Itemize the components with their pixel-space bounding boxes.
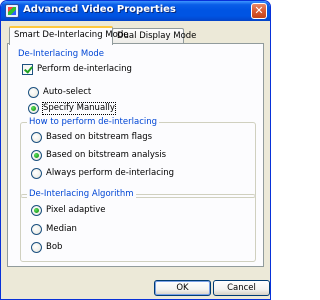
tab-smart-deinterlacing[interactable]: Smart De-Interlacing Mode — [9, 26, 128, 45]
group-title: How to perform de-interlacing — [27, 117, 160, 127]
checkbox-box[interactable] — [22, 64, 33, 75]
radio-label: Auto-select — [43, 87, 92, 97]
group-title: De-Interlacing Mode — [16, 49, 107, 59]
cancel-button[interactable]: Cancel — [213, 280, 270, 296]
tab-strip: Smart De-Interlacing Mode Dual Display M… — [7, 26, 265, 45]
radio-label: Median — [46, 224, 77, 234]
radio-button[interactable] — [28, 103, 39, 114]
deinterlacing-mode-group: De-Interlacing Mode Perform de-interlaci… — [13, 49, 258, 262]
radio-button[interactable] — [28, 87, 39, 98]
radio-button[interactable] — [31, 224, 42, 235]
radio-button[interactable] — [31, 205, 42, 216]
deinterlacing-algorithm-group: De-Interlacing Algorithm Pixel adaptive … — [20, 189, 256, 262]
group-title: De-Interlacing Algorithm — [27, 189, 136, 199]
radio-label: Always perform de-interlacing — [46, 168, 175, 178]
window-title: Advanced Video Properties — [23, 4, 176, 15]
radio-button[interactable] — [31, 150, 42, 161]
checkbox-label: Perform de-interlacing — [37, 64, 132, 74]
how-to-perform-group: How to perform de-interlacing Based on b… — [20, 117, 256, 198]
video-properties-icon — [5, 4, 19, 18]
tab-panel: De-Interlacing Mode Perform de-interlaci… — [7, 43, 264, 267]
radio-label: Based on bitstream flags — [46, 132, 153, 142]
close-button[interactable]: ✕ — [251, 3, 267, 19]
radio-button[interactable] — [31, 132, 42, 143]
ok-button[interactable]: OK — [154, 280, 211, 296]
title-bar[interactable]: Advanced Video Properties ✕ — [1, 1, 270, 21]
radio-button[interactable] — [31, 168, 42, 179]
radio-label: Specify Manually — [42, 102, 116, 115]
radio-label: Bob — [46, 242, 63, 252]
radio-label: Pixel adaptive — [46, 205, 106, 215]
radio-label: Based on bitstream analysis — [46, 150, 167, 160]
dialog-window: Advanced Video Properties ✕ Smart De-Int… — [0, 0, 271, 300]
radio-button[interactable] — [31, 242, 42, 253]
